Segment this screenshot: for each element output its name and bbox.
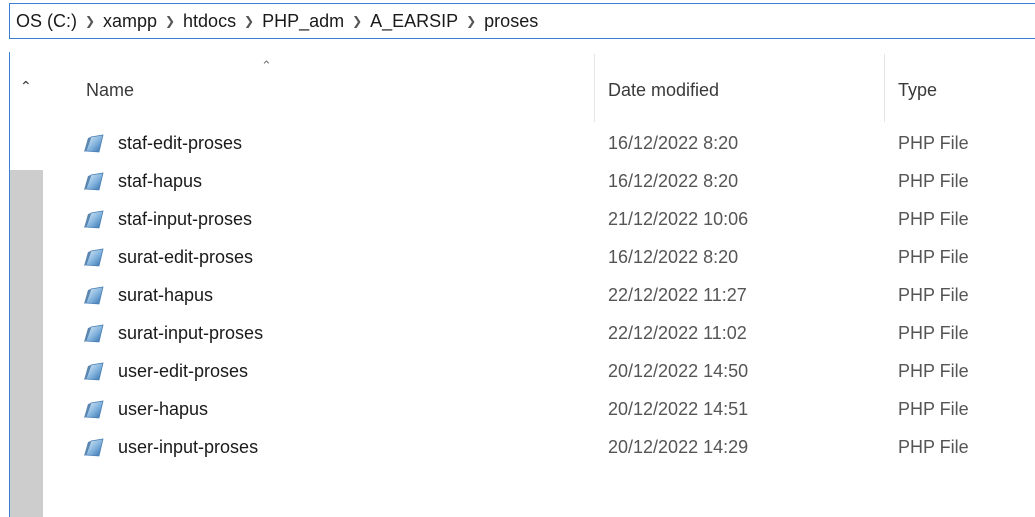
file-explorer-window: OS (C:) ❯ xampp ❯ htdocs ❯ PHP_adm ❯ A_E… xyxy=(0,0,1035,517)
file-date-modified: 20/12/2022 14:51 xyxy=(608,399,749,419)
file-type: PHP File xyxy=(898,171,969,191)
breadcrumb-htdocs[interactable]: htdocs xyxy=(183,11,236,32)
file-name: staf-edit-proses xyxy=(118,133,243,153)
php-file-icon xyxy=(84,286,104,305)
php-file-icon xyxy=(84,248,104,267)
breadcrumb-proses[interactable]: proses xyxy=(484,11,538,32)
file-type: PHP File xyxy=(898,247,969,267)
file-row[interactable]: staf-edit-proses 16/12/2022 8:20 PHP Fil… xyxy=(43,126,1035,164)
file-name: surat-edit-proses xyxy=(118,247,254,267)
file-date-modified: 22/12/2022 11:27 xyxy=(608,285,747,305)
file-row[interactable]: user-edit-proses 20/12/2022 14:50 PHP Fi… xyxy=(43,354,1035,392)
chevron-right-icon[interactable]: ❯ xyxy=(157,14,183,28)
file-row[interactable]: staf-input-proses 21/12/2022 10:06 PHP F… xyxy=(43,202,1035,240)
file-type: PHP File xyxy=(898,437,969,457)
file-row[interactable]: surat-input-proses 22/12/2022 11:02 PHP … xyxy=(43,316,1035,354)
file-name: staf-hapus xyxy=(118,171,203,191)
file-type: PHP File xyxy=(898,133,969,153)
file-date-modified: 20/12/2022 14:29 xyxy=(608,437,749,457)
breadcrumb-xampp[interactable]: xampp xyxy=(103,11,157,32)
file-name: surat-input-proses xyxy=(118,323,264,343)
file-name: staf-input-proses xyxy=(118,209,253,229)
file-date-modified: 20/12/2022 14:50 xyxy=(608,361,749,381)
breadcrumb-php-adm[interactable]: PHP_adm xyxy=(262,11,344,32)
chevron-right-icon[interactable]: ❯ xyxy=(344,14,370,28)
file-row[interactable]: user-input-proses 20/12/2022 14:29 PHP F… xyxy=(43,430,1035,468)
chevron-right-icon[interactable]: ❯ xyxy=(77,14,103,28)
php-file-icon xyxy=(84,438,104,457)
column-header-type[interactable]: Type xyxy=(898,78,937,114)
file-list: staf-edit-proses 16/12/2022 8:20 PHP Fil… xyxy=(43,126,1035,468)
address-bar[interactable]: OS (C:) ❯ xampp ❯ htdocs ❯ PHP_adm ❯ A_E… xyxy=(9,3,1035,39)
file-row[interactable]: surat-edit-proses 16/12/2022 8:20 PHP Fi… xyxy=(43,240,1035,278)
column-header-name[interactable]: Name xyxy=(86,78,134,114)
file-type: PHP File xyxy=(898,323,969,343)
file-name: user-edit-proses xyxy=(118,361,249,381)
vertical-scrollbar[interactable]: ⌃ xyxy=(9,52,43,517)
php-file-icon xyxy=(84,172,104,191)
sort-ascending-icon: ⌃ xyxy=(261,58,272,73)
chevron-up-icon[interactable]: ⌃ xyxy=(20,78,32,95)
file-date-modified: 16/12/2022 8:20 xyxy=(608,171,739,191)
php-file-icon xyxy=(84,210,104,229)
file-row[interactable]: surat-hapus 22/12/2022 11:27 PHP File xyxy=(43,278,1035,316)
php-file-icon xyxy=(84,134,104,153)
file-date-modified: 16/12/2022 8:20 xyxy=(608,247,739,267)
php-file-icon xyxy=(84,324,104,343)
chevron-right-icon[interactable]: ❯ xyxy=(458,14,484,28)
file-row[interactable]: user-hapus 20/12/2022 14:51 PHP File xyxy=(43,392,1035,430)
breadcrumb-a-earsip[interactable]: A_EARSIP xyxy=(370,11,458,32)
file-date-modified: 21/12/2022 10:06 xyxy=(608,209,749,229)
file-type: PHP File xyxy=(898,399,969,419)
file-name: user-hapus xyxy=(118,399,209,419)
php-file-icon xyxy=(84,362,104,381)
file-type: PHP File xyxy=(898,285,969,305)
file-name: surat-hapus xyxy=(118,285,214,305)
file-date-modified: 16/12/2022 8:20 xyxy=(608,133,739,153)
breadcrumb-drive[interactable]: OS (C:) xyxy=(16,11,77,32)
column-divider[interactable] xyxy=(594,54,595,122)
column-header-date[interactable]: Date modified xyxy=(608,78,719,114)
file-name: user-input-proses xyxy=(118,437,259,457)
file-date-modified: 22/12/2022 11:02 xyxy=(608,323,747,343)
php-file-icon xyxy=(84,400,104,419)
chevron-right-icon[interactable]: ❯ xyxy=(236,14,262,28)
scrollbar-thumb[interactable] xyxy=(10,170,43,517)
file-type: PHP File xyxy=(898,209,969,229)
file-row[interactable]: staf-hapus 16/12/2022 8:20 PHP File xyxy=(43,164,1035,202)
column-header-row: ⌃ Name Date modified Type xyxy=(43,52,1035,122)
file-type: PHP File xyxy=(898,361,969,381)
column-divider[interactable] xyxy=(884,54,885,122)
